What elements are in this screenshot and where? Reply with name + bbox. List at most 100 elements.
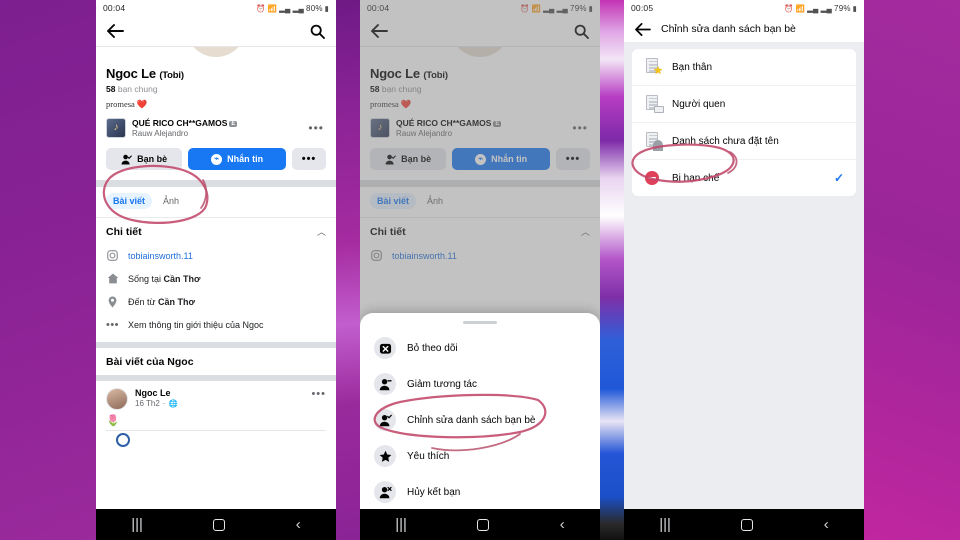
- music-more-icon[interactable]: •••: [308, 121, 326, 135]
- profile-name-text: Ngoc Le: [106, 66, 156, 81]
- search-icon[interactable]: [308, 22, 326, 40]
- list-restricted-icon: [644, 169, 662, 187]
- signal-icon-6: ▂▄: [820, 3, 833, 13]
- nav-back-button-3[interactable]: ‹: [824, 517, 829, 532]
- list-item-unnamed-list[interactable]: Danh sách chưa đặt tên: [632, 122, 856, 159]
- message-button-label: Nhắn tin: [227, 154, 264, 164]
- menu-label-unfollow: Bỏ theo dõi: [407, 342, 458, 354]
- mutual-count: 58: [106, 84, 116, 94]
- location-pin-icon: [106, 295, 119, 308]
- mutual-friends[interactable]: 58 bạn chung: [106, 84, 326, 94]
- list-item-restricted[interactable]: Bị hạn chế ✓: [632, 159, 856, 196]
- nav-home-button-2[interactable]: [477, 518, 490, 531]
- list-person-icon: [644, 132, 663, 151]
- android-nav-bar: ||| ‹: [96, 509, 336, 540]
- phone-panel-profile: 00:04 ⏰ 📶 ▂▄ ▂▄ 80% ▮ Ngoc Le (Tobi) 58 …: [96, 0, 336, 540]
- profile-name: Ngoc Le (Tobi): [106, 66, 326, 81]
- menu-label-unfriend: Hủy kết bạn: [407, 486, 461, 498]
- music-title-text: QUÉ RICO CH**GAMOS: [132, 118, 228, 128]
- nav-recents-button-2[interactable]: |||: [395, 517, 407, 532]
- menu-item-unfriend[interactable]: Hủy kết bạn: [360, 474, 600, 510]
- bottom-sheet-menu: Bỏ theo dõi Giảm tương tác Chỉnh sửa dan…: [360, 313, 600, 509]
- ellipsis-icon: •••: [105, 318, 120, 331]
- see-about-text[interactable]: Xem thông tin giới thiệu của Ngoc: [128, 320, 263, 330]
- avatar[interactable]: [186, 47, 246, 57]
- list-label-restricted: Bị hạn chế: [672, 172, 720, 184]
- friend-list-top-bar: Chỉnh sửa danh sách bạn bè: [624, 16, 864, 42]
- person-check-icon: [121, 154, 132, 164]
- message-button[interactable]: ⌁ Nhắn tin: [188, 148, 286, 170]
- from-prefix: Đến từ: [128, 296, 159, 307]
- nav-recents-button-3[interactable]: |||: [659, 517, 671, 532]
- nav-recents-button[interactable]: |||: [131, 517, 143, 532]
- detail-row-from: Đến từ Cần Thơ: [96, 290, 336, 313]
- profile-info: Ngoc Le (Tobi) 58 bạn chung promesa ❤️: [96, 60, 336, 114]
- music-row[interactable]: ♪ QUÉ RICO CH**GAMOS E Rauw Alejandro •••: [96, 114, 336, 140]
- wifi-icon-3: 📶: [795, 3, 806, 13]
- wifi-icon: 📶: [267, 3, 278, 13]
- friend-list-body: ★ Bạn thân Người quen Danh sách chưa đặt…: [624, 42, 864, 509]
- globe-icon: 🌐: [168, 399, 178, 408]
- detail-row-lives-in: Sống tại Cần Thơ: [96, 267, 336, 290]
- sheet-grabber[interactable]: [463, 321, 497, 324]
- post-author[interactable]: Ngoc Le: [135, 388, 304, 398]
- menu-label-edit-friend-list: Chỉnh sửa danh sách bạn bè: [407, 414, 536, 426]
- status-bar-3: 00:05 ⏰ 📶 ▂▄ ▂▄ 79% ▮: [624, 0, 864, 16]
- post-timestamp: 16 Th2 · 🌐: [135, 399, 304, 408]
- menu-label-reduce-interaction: Giảm tương tác: [407, 378, 477, 390]
- music-title: QUÉ RICO CH**GAMOS E: [132, 118, 302, 128]
- menu-item-edit-friend-list[interactable]: Chỉnh sửa danh sách bạn bè: [360, 402, 600, 438]
- status-time: 00:04: [103, 3, 126, 13]
- signal-icon-5: ▂▄: [807, 3, 819, 13]
- menu-label-favorites: Yêu thích: [407, 450, 450, 462]
- profile-more-button[interactable]: •••: [292, 148, 326, 170]
- cover-photo-edge: [96, 46, 336, 60]
- post-more-icon[interactable]: •••: [311, 388, 326, 400]
- nav-home-button-3[interactable]: [741, 518, 754, 531]
- profile-action-buttons: Bạn bè ⌁ Nhắn tin •••: [96, 140, 336, 180]
- instagram-handle[interactable]: tobiainsworth.11: [128, 251, 193, 261]
- android-nav-bar-3: ||| ‹: [624, 509, 864, 540]
- lives-in-text: Sống tại Cần Thơ: [128, 274, 200, 284]
- menu-item-favorites[interactable]: Yêu thích: [360, 438, 600, 474]
- chevron-up-icon[interactable]: ︿: [317, 225, 326, 238]
- mutual-label: bạn chung: [117, 84, 158, 94]
- background-gap-strip-2: [600, 0, 624, 540]
- battery-percent: 80%: [306, 3, 323, 13]
- details-title: Chi tiết: [106, 225, 142, 238]
- checkmark-icon: ✓: [833, 171, 844, 185]
- phone-panel-menu: 00:04 ⏰ 📶 ▂▄ ▂▄ 79% ▮ Ngoc Le (Tobi) 58 …: [360, 0, 600, 540]
- post-attachment[interactable]: [106, 430, 326, 447]
- status-icons: ⏰ 📶 ▂▄ ▂▄ 80% ▮: [256, 4, 329, 13]
- from-city: Cần Thơ: [158, 296, 195, 307]
- profile-bio: promesa ❤️: [106, 99, 148, 109]
- menu-item-reduce-interaction[interactable]: Giảm tương tác: [360, 366, 600, 402]
- post-time-text: 16 Th2: [135, 399, 160, 408]
- list-item-close-friends[interactable]: ★ Bạn thân: [632, 49, 856, 85]
- details-section-header[interactable]: Chi tiết ︿: [96, 217, 336, 244]
- tab-posts[interactable]: Bài viết: [106, 193, 153, 209]
- detail-row-see-about[interactable]: ••• Xem thông tin giới thiệu của Ngoc: [96, 313, 336, 336]
- post-card: Ngoc Le 16 Th2 · 🌐 ••• 🌷: [96, 381, 336, 447]
- detail-row-instagram[interactable]: tobiainsworth.11: [96, 244, 336, 267]
- nav-back-button-2[interactable]: ‹: [560, 517, 565, 532]
- phone-panel-friend-lists: 00:05 ⏰ 📶 ▂▄ ▂▄ 79% ▮ Chỉnh sửa danh sác…: [624, 0, 864, 540]
- posts-header: Bài viết của Ngoc: [106, 356, 194, 368]
- lives-in-city: Cần Thơ: [163, 273, 201, 284]
- post-avatar[interactable]: [106, 388, 128, 410]
- person-remove-icon: [374, 481, 396, 503]
- android-nav-bar-2: ||| ‹: [360, 509, 600, 540]
- lives-in-prefix: Sống tại: [128, 273, 164, 284]
- explicit-badge: E: [229, 121, 238, 127]
- status-icons-3: ⏰ 📶 ▂▄ ▂▄ 79% ▮: [784, 4, 857, 13]
- back-arrow-icon[interactable]: [106, 22, 124, 40]
- list-star-icon: ★: [644, 58, 663, 77]
- battery-icon-3: ▮: [852, 3, 857, 13]
- list-item-acquaintances[interactable]: Người quen: [632, 85, 856, 122]
- tab-photos[interactable]: Ảnh: [156, 193, 186, 209]
- nav-home-button[interactable]: [213, 518, 226, 531]
- nav-back-button[interactable]: ‹: [296, 517, 301, 532]
- back-arrow-icon-3[interactable]: [634, 20, 652, 38]
- menu-item-unfollow[interactable]: Bỏ theo dõi: [360, 330, 600, 366]
- friend-button[interactable]: Bạn bè: [106, 148, 183, 170]
